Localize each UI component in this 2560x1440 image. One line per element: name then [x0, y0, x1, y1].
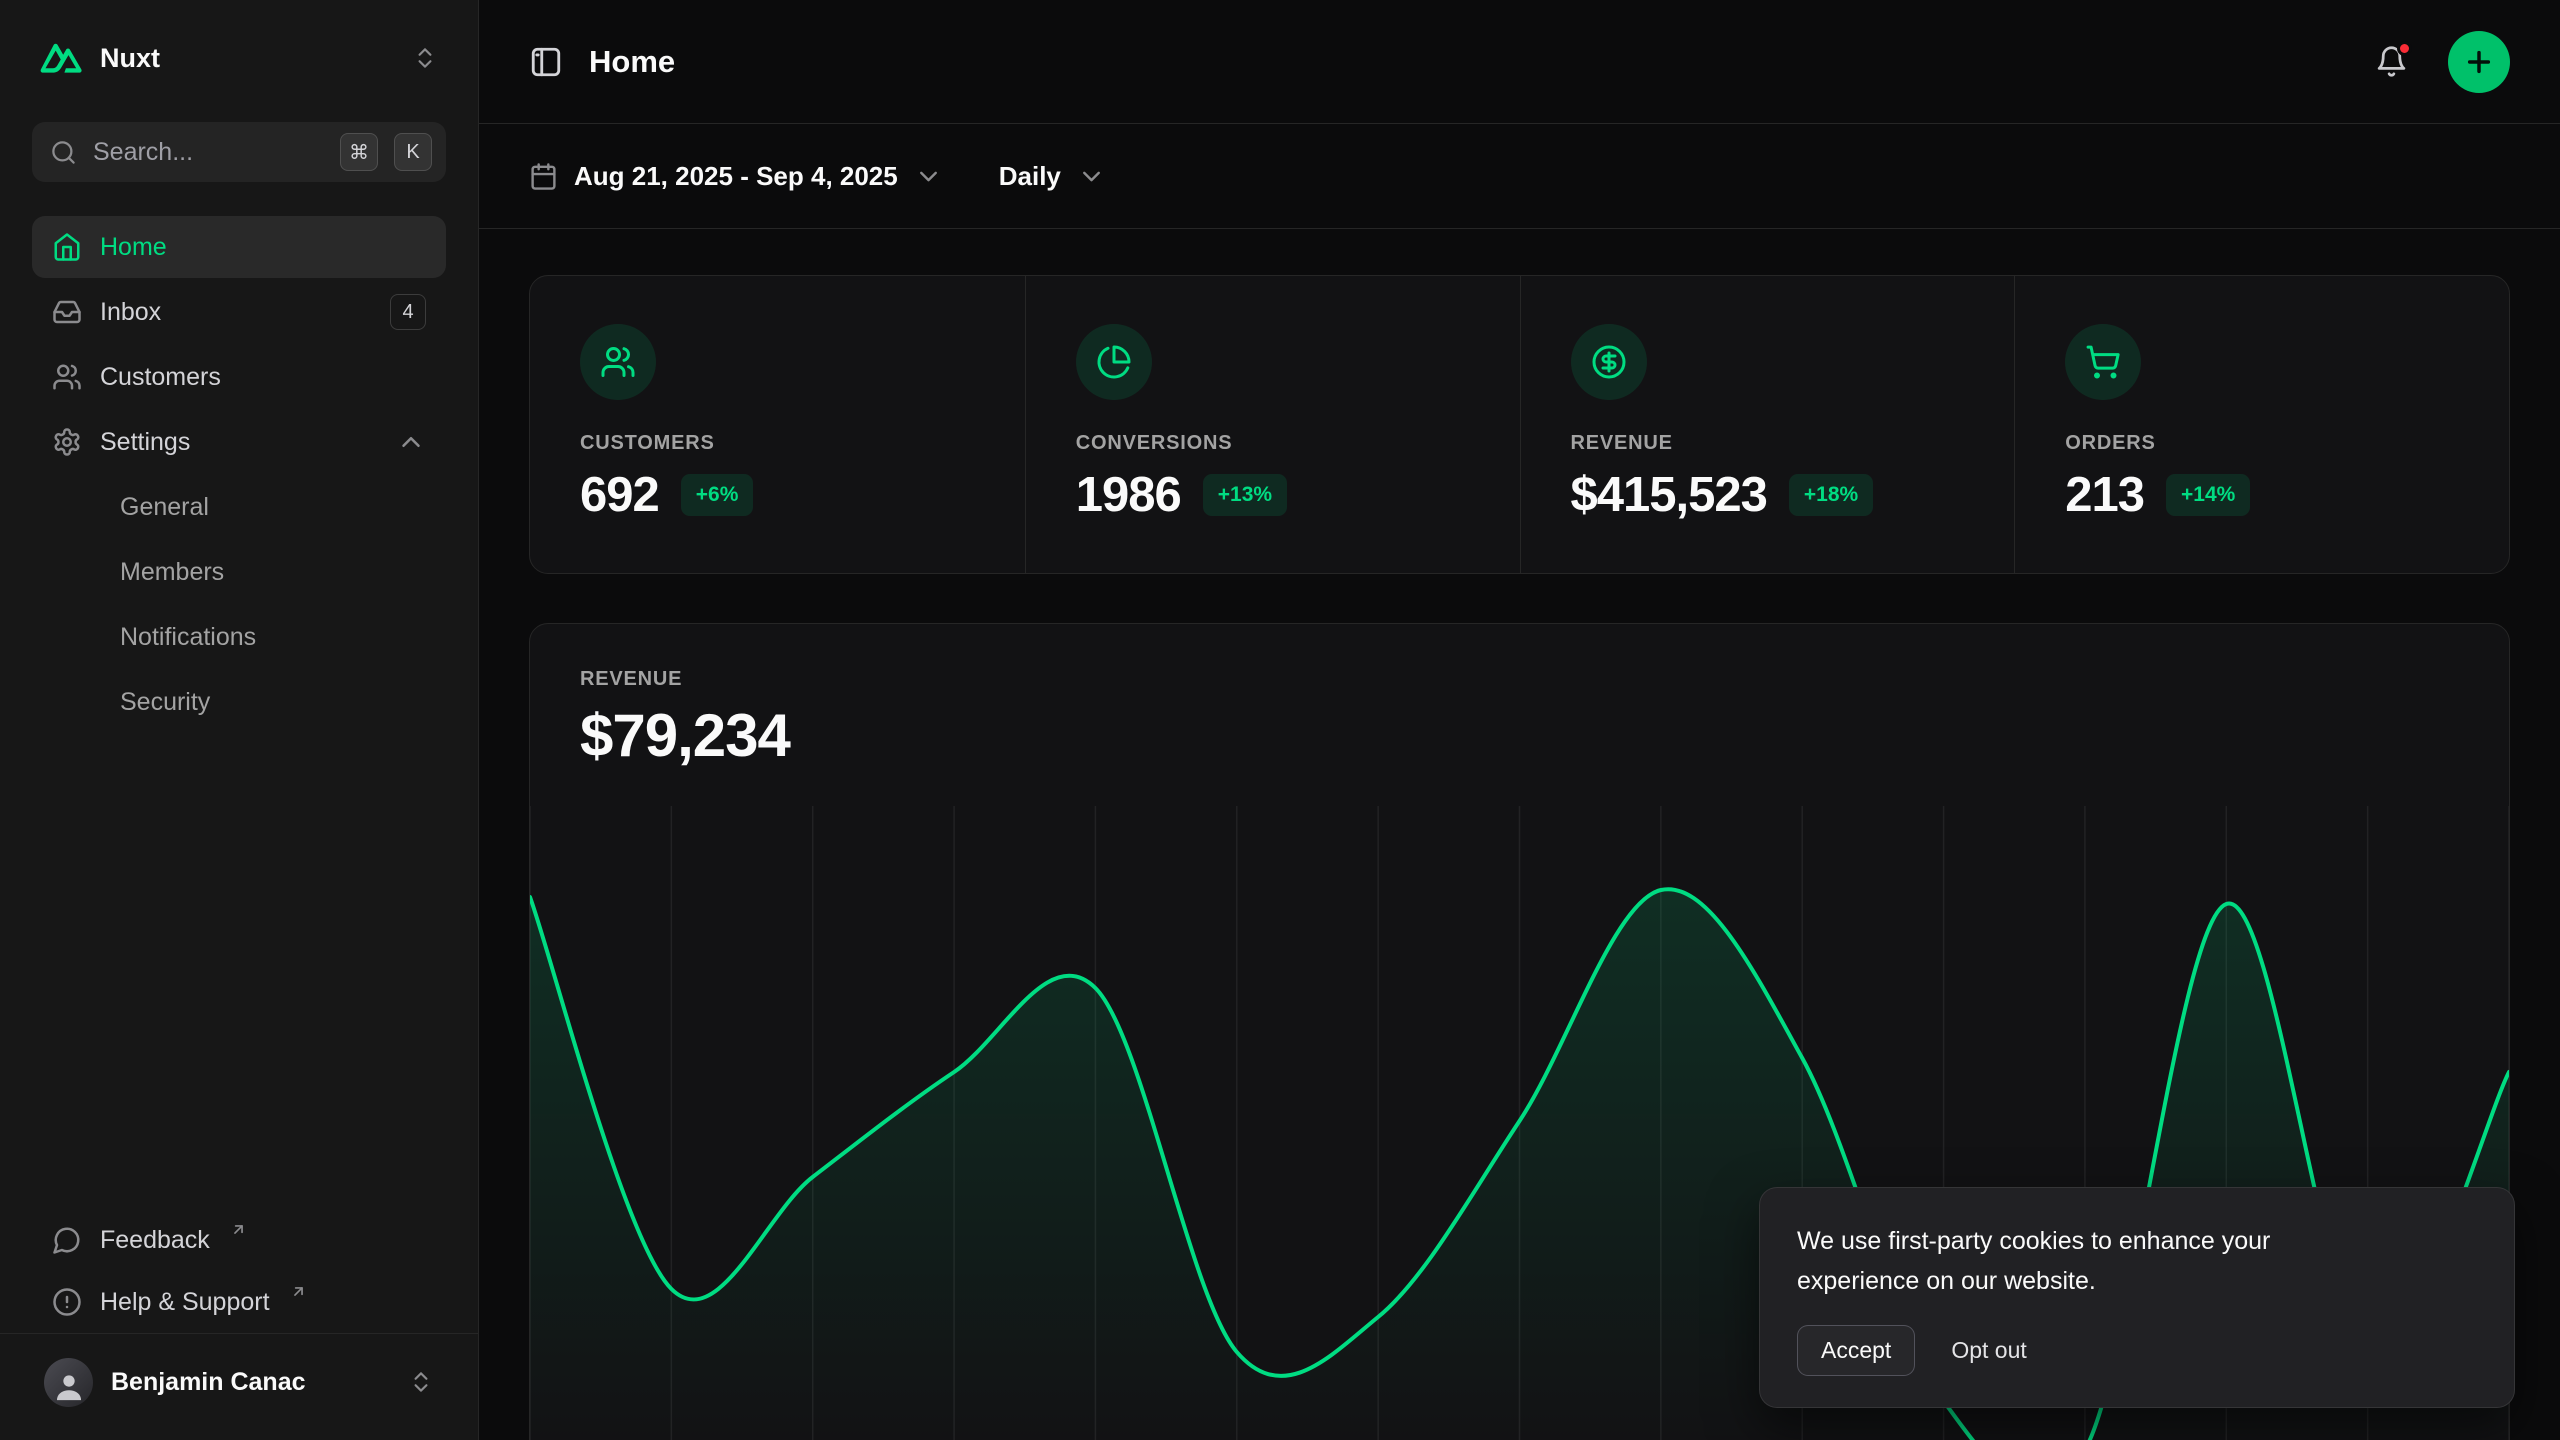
sidebar-item-members[interactable]: Members [32, 541, 446, 603]
stat-label: REVENUE [1571, 432, 1965, 455]
sidebar: Nuxt ⌘ K Home Inb [0, 0, 479, 1440]
chevron-down-icon [1077, 162, 1106, 191]
stat-value: $415,523 [1571, 467, 1767, 523]
sidebar-item-label: Members [120, 558, 426, 587]
stat-value: 213 [2065, 467, 2144, 523]
revenue-card-label: REVENUE [580, 668, 2459, 691]
granularity-select[interactable]: Daily [999, 161, 1106, 192]
stat-card-revenue: REVENUE $415,523 +18% [1520, 276, 2015, 573]
house-icon [52, 232, 82, 262]
sidebar-item-label: General [120, 493, 426, 522]
kbd-meta-key: ⌘ [340, 133, 378, 171]
workspace-name: Nuxt [100, 43, 396, 74]
stat-label: ORDERS [2065, 432, 2459, 455]
opt-out-button[interactable]: Opt out [1945, 1325, 2032, 1376]
stat-delta-badge: +6% [681, 474, 754, 516]
sidebar-item-security[interactable]: Security [32, 671, 446, 733]
help-circle-icon [52, 1287, 82, 1317]
help-support-link[interactable]: Help & Support [32, 1271, 446, 1333]
stat-card-customers: CUSTOMERS 692 +6% [530, 276, 1025, 573]
notification-dot [2397, 41, 2412, 56]
stat-value: 1986 [1076, 467, 1181, 523]
search-icon [50, 139, 77, 166]
stats-row: CUSTOMERS 692 +6% CONVERSIONS 1986 +13% [529, 275, 2510, 574]
footer-item-label: Feedback [100, 1226, 210, 1255]
shopping-cart-icon [2065, 324, 2141, 400]
granularity-label: Daily [999, 161, 1061, 192]
kbd-k-key: K [394, 133, 432, 171]
date-range-label: Aug 21, 2025 - Sep 4, 2025 [574, 161, 898, 192]
cookie-message: We use first-party cookies to enhance yo… [1797, 1221, 2397, 1301]
cookie-consent-toast: We use first-party cookies to enhance yo… [1759, 1187, 2515, 1408]
user-section: Benjamin Canac [0, 1333, 478, 1430]
feedback-link[interactable]: Feedback [32, 1209, 446, 1271]
filters-toolbar: Aug 21, 2025 - Sep 4, 2025 Daily [479, 124, 2560, 229]
stat-label: CONVERSIONS [1076, 432, 1470, 455]
workspace-switcher[interactable]: Nuxt [32, 26, 446, 90]
inbox-icon [52, 297, 82, 327]
accept-button[interactable]: Accept [1797, 1325, 1915, 1376]
external-link-icon [230, 1221, 247, 1243]
sidebar-item-label: Customers [100, 363, 426, 392]
calendar-icon [529, 162, 558, 191]
panel-left-icon[interactable] [529, 45, 563, 79]
sidebar-item-label: Notifications [120, 623, 426, 652]
gear-icon [52, 427, 82, 457]
revenue-card-value: $79,234 [580, 701, 2459, 770]
date-range-picker[interactable]: Aug 21, 2025 - Sep 4, 2025 [529, 161, 943, 192]
plus-icon [2463, 46, 2495, 78]
sidebar-item-inbox[interactable]: Inbox 4 [32, 281, 446, 343]
settings-submenu: General Members Notifications Security [32, 476, 446, 736]
user-name: Benjamin Canac [111, 1368, 390, 1397]
footer-item-label: Help & Support [100, 1288, 270, 1317]
stat-card-orders: ORDERS 213 +14% [2014, 276, 2509, 573]
user-menu[interactable]: Benjamin Canac [32, 1350, 446, 1414]
external-link-icon [290, 1283, 307, 1305]
sidebar-item-settings[interactable]: Settings [32, 411, 446, 473]
sidebar-item-label: Settings [100, 428, 378, 457]
search-input[interactable] [93, 138, 324, 167]
chevron-up-icon [396, 427, 426, 457]
sidebar-footer: Feedback Help & Support [32, 1209, 446, 1440]
chevron-down-icon [914, 162, 943, 191]
stat-delta-badge: +18% [1789, 474, 1873, 516]
users-icon [580, 324, 656, 400]
notifications-button[interactable] [2369, 39, 2414, 84]
stat-value: 692 [580, 467, 659, 523]
nuxt-logo-icon [40, 41, 84, 75]
avatar [44, 1358, 93, 1407]
sidebar-item-label: Security [120, 688, 426, 717]
sidebar-item-general[interactable]: General [32, 476, 446, 538]
dollar-circle-icon [1571, 324, 1647, 400]
speech-bubble-icon [52, 1225, 82, 1255]
sidebar-item-notifications[interactable]: Notifications [32, 606, 446, 668]
users-icon [52, 362, 82, 392]
sidebar-item-home[interactable]: Home [32, 216, 446, 278]
sidebar-item-customers[interactable]: Customers [32, 346, 446, 408]
stat-delta-badge: +14% [2166, 474, 2250, 516]
chevrons-up-down-icon [412, 45, 438, 71]
page-title: Home [589, 44, 675, 80]
chevrons-up-down-icon [408, 1369, 434, 1395]
page-header: Home [479, 0, 2560, 124]
sidebar-item-label: Inbox [100, 298, 372, 327]
stat-delta-badge: +13% [1203, 474, 1287, 516]
stat-card-conversions: CONVERSIONS 1986 +13% [1025, 276, 1520, 573]
pie-chart-icon [1076, 324, 1152, 400]
add-button[interactable] [2448, 31, 2510, 93]
stat-label: CUSTOMERS [580, 432, 975, 455]
inbox-count-badge: 4 [390, 294, 426, 330]
sidebar-nav: Home Inbox 4 Customers Settings [32, 216, 446, 736]
sidebar-item-label: Home [100, 233, 426, 262]
search-field[interactable]: ⌘ K [32, 122, 446, 182]
